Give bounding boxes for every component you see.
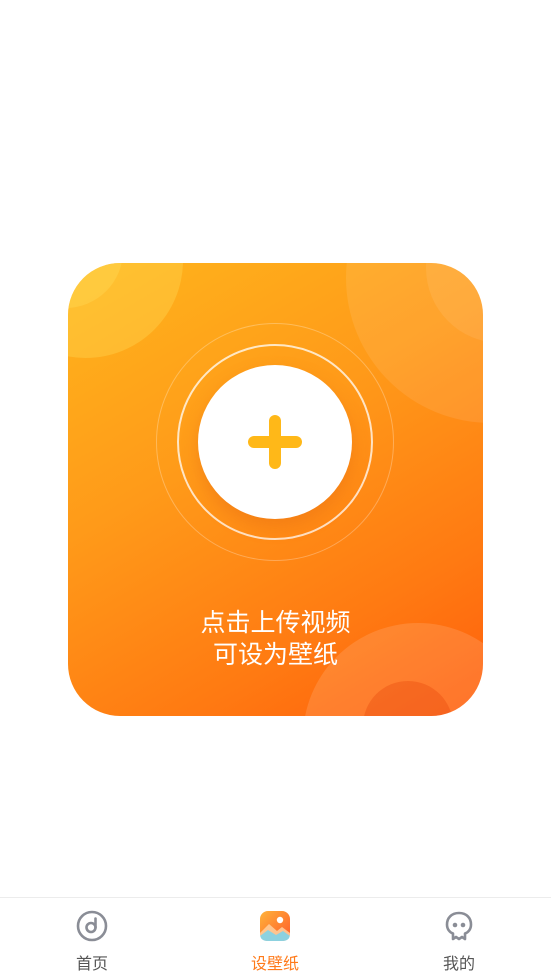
bottom-tab-bar: 首页 设壁纸 我的 xyxy=(0,897,551,979)
tab-set-wallpaper-label: 设壁纸 xyxy=(250,954,299,973)
plus-icon xyxy=(248,415,302,469)
tab-home-label: 首页 xyxy=(75,954,108,973)
tab-set-wallpaper[interactable]: 设壁纸 xyxy=(220,898,330,979)
tab-mine[interactable]: 我的 xyxy=(404,898,514,979)
upload-video-card[interactable]: 点击上传视频 可设为壁纸 xyxy=(68,263,483,716)
upload-hint-line2: 可设为壁纸 xyxy=(212,640,338,669)
page: 点击上传视频 可设为壁纸 首页 设壁纸 我的 xyxy=(0,0,551,979)
profile-face-icon xyxy=(445,911,473,941)
upload-hint: 点击上传视频 可设为壁纸 xyxy=(68,607,483,671)
music-disc-icon xyxy=(76,910,108,942)
upload-hint-line1: 点击上传视频 xyxy=(200,608,351,637)
upload-button[interactable] xyxy=(198,365,352,519)
gallery-icon xyxy=(260,911,290,941)
tab-home[interactable]: 首页 xyxy=(37,898,147,979)
tab-mine-label: 我的 xyxy=(442,954,475,973)
